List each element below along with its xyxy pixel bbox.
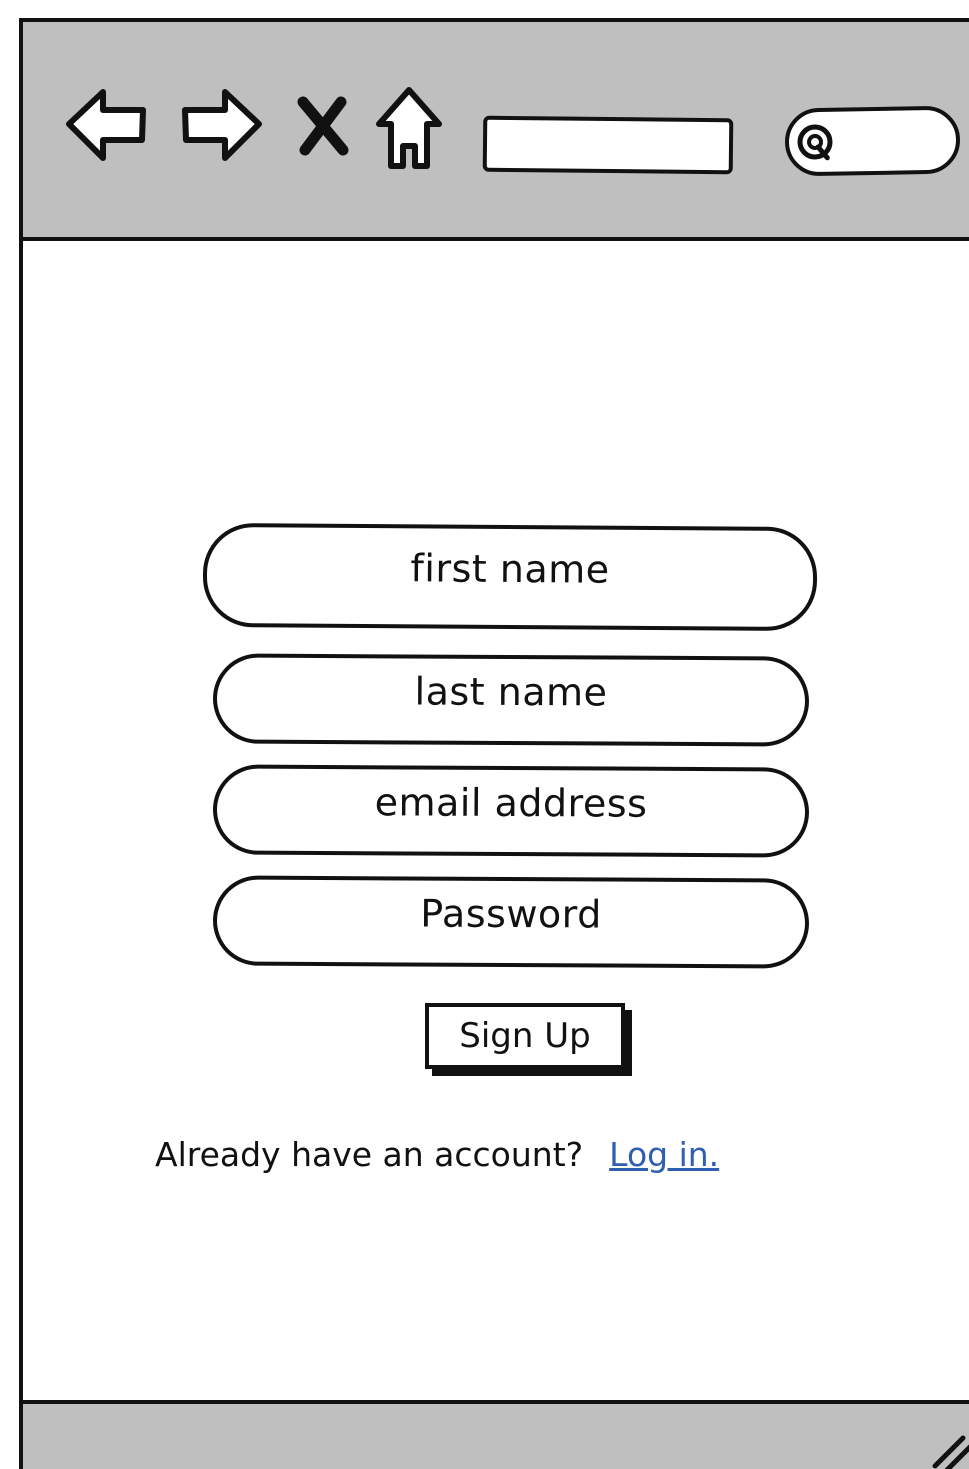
- address-bar[interactable]: [482, 115, 734, 175]
- first-name-placeholder: first name: [410, 546, 610, 592]
- password-input[interactable]: Password: [212, 875, 810, 969]
- status-bar: [23, 1400, 969, 1469]
- email-placeholder: email address: [374, 780, 648, 826]
- signup-form: first name last name email address Passw…: [23, 241, 969, 1404]
- log-in-link[interactable]: Log in.: [609, 1135, 719, 1174]
- resize-grip-icon[interactable]: [925, 1424, 969, 1469]
- browser-window: first name last name email address Passw…: [19, 18, 969, 1469]
- first-name-input[interactable]: first name: [202, 522, 818, 632]
- search-icon: [797, 124, 833, 161]
- back-arrow-icon[interactable]: [63, 84, 153, 164]
- forward-arrow-icon[interactable]: [175, 84, 265, 164]
- search-field[interactable]: [784, 105, 961, 177]
- close-icon[interactable]: [295, 96, 351, 156]
- home-icon[interactable]: [373, 84, 445, 172]
- sign-up-button[interactable]: Sign Up: [425, 1003, 625, 1069]
- browser-toolbar: [23, 22, 969, 241]
- password-placeholder: Password: [420, 891, 602, 937]
- last-name-placeholder: last name: [414, 669, 608, 715]
- login-prompt: Already have an account? Log in.: [155, 1135, 719, 1174]
- email-input[interactable]: email address: [212, 764, 810, 858]
- last-name-input[interactable]: last name: [212, 653, 810, 747]
- login-prompt-text: Already have an account?: [155, 1135, 584, 1174]
